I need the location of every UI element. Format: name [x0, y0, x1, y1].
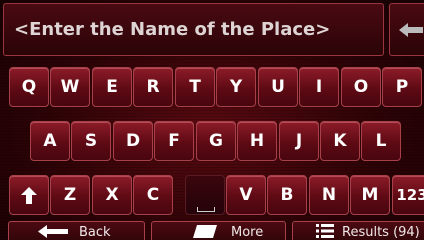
backspace-key[interactable] — [389, 3, 424, 56]
key-a[interactable]: A — [30, 121, 70, 161]
key-y[interactable]: Y — [216, 67, 256, 107]
key-k[interactable]: K — [320, 121, 360, 161]
key-d[interactable]: D — [113, 121, 153, 161]
space-key[interactable] — [185, 175, 225, 215]
results-button[interactable]: Results (94) — [292, 221, 424, 240]
back-label: Back — [79, 225, 111, 240]
list-icon — [316, 224, 334, 238]
key-i[interactable]: I — [299, 67, 339, 107]
key-x[interactable]: X — [92, 175, 132, 215]
results-label: Results (94) — [342, 225, 420, 240]
more-label: More — [231, 225, 264, 240]
key-p[interactable]: P — [382, 67, 422, 107]
key-b[interactable]: B — [267, 175, 307, 215]
key-q[interactable]: Q — [9, 67, 49, 107]
back-button[interactable]: Back — [8, 221, 145, 240]
key-g[interactable]: G — [196, 121, 236, 161]
shift-up-arrow-icon — [21, 186, 37, 204]
key-r[interactable]: R — [133, 67, 173, 107]
space-bar-icon — [197, 207, 215, 212]
key-s[interactable]: S — [71, 121, 111, 161]
key-v[interactable]: V — [226, 175, 266, 215]
numbers-key[interactable]: 123 — [392, 175, 424, 215]
place-name-input[interactable]: <Enter the Name of the Place> — [3, 3, 384, 56]
key-c[interactable]: C — [133, 175, 173, 215]
key-m[interactable]: M — [350, 175, 390, 215]
key-j[interactable]: J — [279, 121, 319, 161]
keyboard-screen: <Enter the Name of the Place> Q W E R T … — [0, 0, 424, 240]
key-o[interactable]: O — [341, 67, 381, 107]
key-w[interactable]: W — [50, 67, 90, 107]
arrow-left-icon — [38, 225, 68, 238]
key-l[interactable]: L — [361, 121, 401, 161]
more-button[interactable]: More — [151, 221, 286, 240]
key-u[interactable]: U — [258, 67, 298, 107]
key-h[interactable]: H — [237, 121, 277, 161]
backspace-arrow-icon — [399, 23, 423, 37]
key-f[interactable]: F — [154, 121, 194, 161]
shift-key[interactable] — [9, 175, 49, 215]
more-menu-icon — [193, 225, 217, 238]
key-e[interactable]: E — [92, 67, 132, 107]
key-t[interactable]: T — [175, 67, 215, 107]
key-n[interactable]: N — [309, 175, 349, 215]
key-z[interactable]: Z — [50, 175, 90, 215]
input-placeholder: <Enter the Name of the Place> — [14, 19, 331, 40]
